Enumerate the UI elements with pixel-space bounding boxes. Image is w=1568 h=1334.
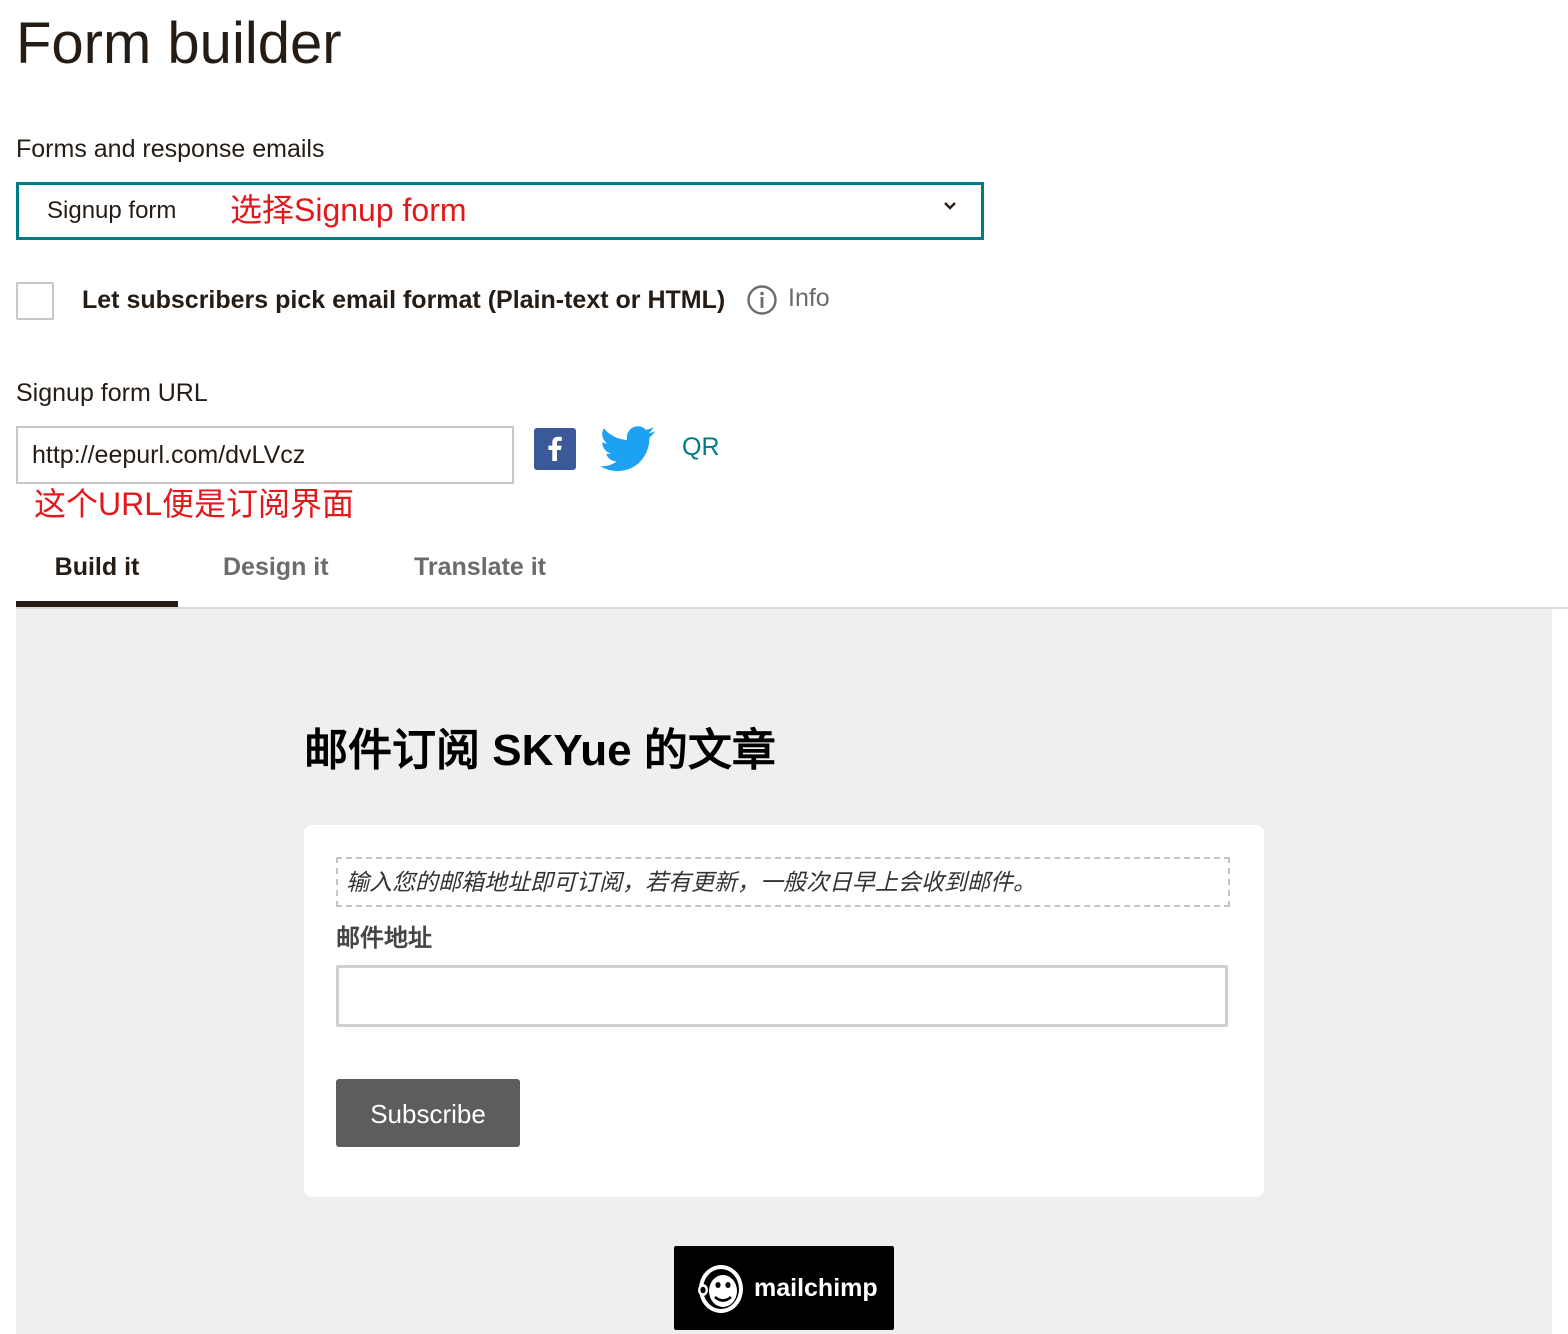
preview-email-input[interactable] [336, 965, 1228, 1027]
preview-email-label[interactable]: 邮件地址 [336, 921, 432, 957]
form-type-select[interactable]: Signup form [16, 182, 984, 240]
facebook-f-glyph [548, 436, 562, 461]
preview-intro-text[interactable]: 输入您的邮箱地址即可订阅，若有更新，一般次日早上会收到邮件。 [336, 857, 1230, 907]
twitter-icon[interactable] [600, 426, 656, 472]
forms-section-label: Forms and response emails [16, 135, 325, 163]
tab-translate-it[interactable]: Translate it [414, 546, 546, 608]
form-type-select-value: Signup form [47, 197, 177, 224]
info-link[interactable]: Info [788, 280, 830, 316]
qr-code-link[interactable]: QR [682, 430, 720, 464]
page-title: Form builder [16, 11, 342, 76]
form-preview-area: 邮件订阅 SKYue 的文章 输入您的邮箱地址即可订阅，若有更新，一般次日早上会… [16, 609, 1552, 1334]
tab-design-it[interactable]: Design it [223, 546, 329, 608]
annotation-url-is-signup-page: 这个URL便是订阅界面 [34, 486, 355, 522]
email-format-label: Let subscribers pick email format (Plain… [82, 286, 726, 314]
preview-form-title[interactable]: 邮件订阅 SKYue 的文章 [304, 721, 776, 781]
preview-form-card: 输入您的邮箱地址即可订阅，若有更新，一般次日早上会收到邮件。 邮件地址 Subs… [304, 825, 1264, 1197]
mailchimp-freddie-icon [698, 1265, 743, 1313]
facebook-icon[interactable] [534, 428, 576, 470]
signup-url-input[interactable] [16, 426, 514, 484]
tab-build-it[interactable]: Build it [16, 546, 178, 608]
annotation-select-signup-form: 选择Signup form [230, 192, 467, 228]
mailchimp-badge[interactable]: mailchimp [674, 1246, 894, 1330]
email-format-checkbox[interactable] [16, 282, 54, 320]
chevron-down-icon [944, 202, 956, 210]
subscribe-button[interactable]: Subscribe [336, 1079, 520, 1147]
mailchimp-logo-text: mailchimp [754, 1274, 878, 1302]
signup-url-label: Signup form URL [16, 379, 208, 407]
info-circle-icon[interactable] [746, 284, 778, 316]
